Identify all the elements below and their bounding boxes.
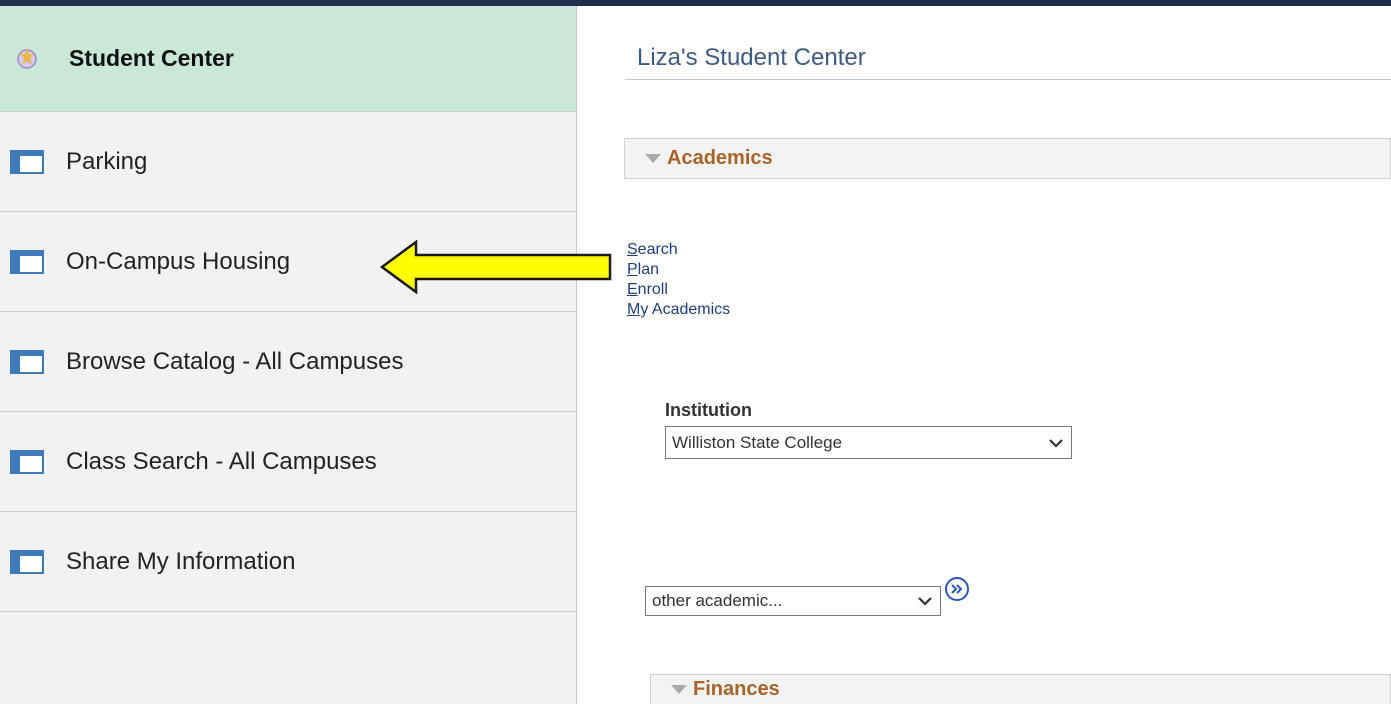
search-link[interactable]: Search bbox=[627, 240, 730, 260]
other-academic-select[interactable]: other academic... bbox=[645, 586, 941, 616]
sidebar-item-parking[interactable]: Parking bbox=[0, 112, 576, 212]
page-icon bbox=[10, 449, 44, 474]
sidebar: Student Center Parking On-Campus Housing… bbox=[0, 6, 577, 704]
sidebar-item-share-my-information[interactable]: Share My Information bbox=[0, 512, 576, 612]
academics-links: Search Plan Enroll My Academics bbox=[627, 240, 730, 320]
sidebar-item-browse-catalog[interactable]: Browse Catalog - All Campuses bbox=[0, 312, 576, 412]
institution-select[interactable]: Williston State College bbox=[665, 426, 1072, 459]
section-label: Academics bbox=[667, 147, 773, 169]
annotation-arrow bbox=[380, 240, 612, 294]
other-academic-select-value: other academic... bbox=[652, 591, 783, 610]
page-icon bbox=[10, 349, 44, 374]
collapse-triangle-icon bbox=[645, 154, 661, 163]
sidebar-item-label: On-Campus Housing bbox=[66, 247, 291, 275]
page-icon bbox=[10, 149, 44, 174]
student-center-icon bbox=[17, 47, 37, 69]
plan-link[interactable]: Plan bbox=[627, 260, 730, 280]
enroll-link[interactable]: Enroll bbox=[627, 280, 730, 300]
institution-select-value: Williston State College bbox=[672, 432, 843, 452]
my-academics-link[interactable]: My Academics bbox=[627, 300, 730, 320]
sidebar-item-label: Class Search - All Campuses bbox=[66, 447, 377, 475]
collapse-triangle-icon bbox=[671, 685, 687, 694]
sidebar-item-class-search[interactable]: Class Search - All Campuses bbox=[0, 412, 576, 512]
chevron-down-icon bbox=[1049, 438, 1063, 448]
chevron-down-icon bbox=[918, 597, 932, 606]
institution-label: Institution bbox=[665, 400, 752, 420]
go-button[interactable] bbox=[945, 577, 969, 601]
section-label: Finances bbox=[693, 678, 780, 700]
sidebar-item-label: Share My Information bbox=[66, 547, 296, 575]
sidebar-item-label: Parking bbox=[66, 147, 148, 175]
title-divider bbox=[625, 79, 1391, 80]
finances-section-header[interactable]: Finances bbox=[650, 674, 1391, 704]
page-icon bbox=[10, 249, 44, 274]
sidebar-item-label: Browse Catalog - All Campuses bbox=[66, 347, 404, 375]
page-title: Liza's Student Center bbox=[637, 44, 866, 71]
sidebar-header-student-center[interactable]: Student Center bbox=[0, 6, 576, 112]
sidebar-header-label: Student Center bbox=[69, 45, 234, 71]
page-icon bbox=[10, 549, 44, 574]
academics-section-header[interactable]: Academics bbox=[624, 138, 1391, 179]
double-chevron-right-icon bbox=[951, 584, 963, 594]
